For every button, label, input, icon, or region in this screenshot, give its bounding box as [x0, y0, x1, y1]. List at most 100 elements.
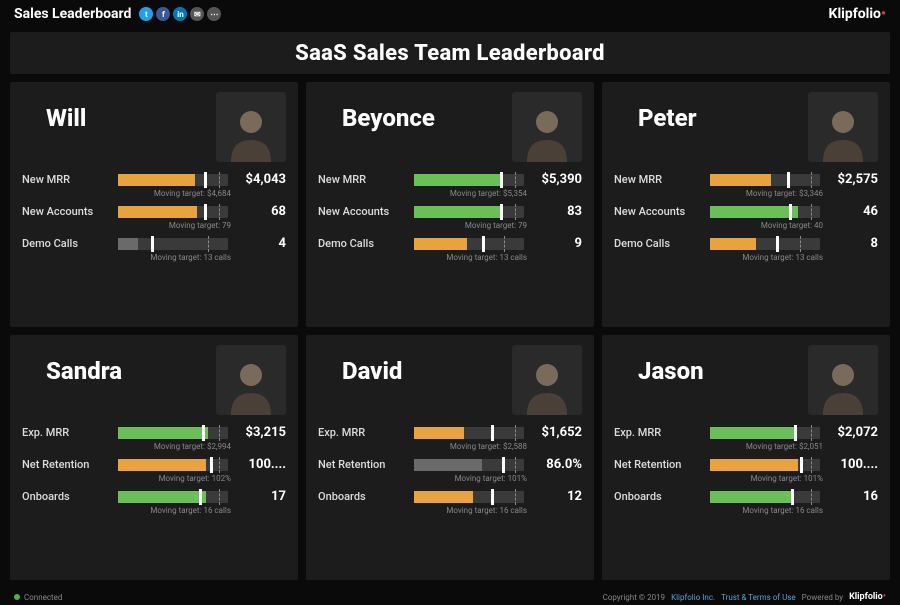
card-head: Beyonce [318, 92, 582, 166]
bar-fill [710, 427, 796, 439]
footer-brand[interactable]: Klipfolio• [849, 592, 886, 602]
bar-tick [199, 489, 202, 505]
social-icon-0[interactable]: t [139, 7, 153, 21]
bar-dash [800, 236, 801, 252]
metric-value: $5,390 [532, 172, 582, 187]
bar-fill [710, 238, 756, 250]
metric-target: Moving target: $4,684 [22, 189, 231, 198]
bar-tick [491, 425, 494, 441]
metric-row: Demo Calls8 [614, 236, 878, 251]
bar-track [710, 238, 820, 250]
leaderboard-grid: WillNew MRR$4,043Moving target: $4,684Ne… [0, 82, 900, 588]
bar-tick [204, 204, 207, 220]
metric-value: $3,215 [236, 425, 286, 440]
metric-label: Demo Calls [22, 237, 110, 250]
card-head: David [318, 345, 582, 419]
metric-target: Moving target: 79 [22, 221, 231, 230]
social-icon-4[interactable]: ⋯ [207, 7, 221, 21]
metric-label: New MRR [22, 173, 110, 186]
bar-tick [491, 489, 494, 505]
person-name: David [342, 357, 402, 385]
person-card: David Exp. MRR$1,652 Moving target: $2,588… [306, 335, 594, 580]
bar-tick [151, 236, 154, 252]
bar-tick [791, 489, 794, 505]
metric-row: New MRR$5,390 [318, 172, 582, 187]
brand-logo[interactable]: Klipfolio• [829, 6, 886, 22]
topbar: Sales Leaderboard tfin✉⋯ Klipfolio• [0, 0, 900, 28]
metric-target: Moving target: 13 calls [22, 253, 231, 262]
metric-row: Net Retention100.... [22, 457, 286, 472]
metric-row: Exp. MRR$2,072 [614, 425, 878, 440]
metric: Onboards12Moving target: 16 calls [318, 489, 582, 515]
metric-row: New Accounts46 [614, 204, 878, 219]
bar-dash [208, 236, 209, 252]
bar-dash [219, 204, 220, 220]
metric-value: 68 [236, 204, 286, 219]
metric-target: Moving target: $2,588 [318, 442, 527, 451]
metric-target: Moving target: 40 [614, 221, 823, 230]
metric-value: 9 [532, 236, 582, 251]
metric-label: Onboards [614, 490, 702, 503]
bar-tick [500, 204, 503, 220]
social-icon-2[interactable]: in [173, 7, 187, 21]
header-title: SaaS Sales Team Leaderboard [295, 41, 605, 66]
metric-target: Moving target: 16 calls [614, 506, 823, 515]
bar-tick [202, 425, 205, 441]
bar-dash [515, 489, 516, 505]
bar-fill [710, 459, 798, 471]
metric-label: Net Retention [318, 458, 406, 471]
metric-value: 100.... [828, 457, 878, 472]
metric-value: 17 [236, 489, 286, 504]
bar-dash [811, 204, 812, 220]
bar-track [710, 206, 820, 218]
metric-row: Demo Calls9 [318, 236, 582, 251]
terms-link[interactable]: Trust & Terms of Use [721, 593, 796, 602]
bar-dash [515, 204, 516, 220]
metric-label: New Accounts [22, 205, 110, 218]
bar-dash [811, 457, 812, 473]
person-name: Beyonce [342, 104, 435, 132]
metric: Demo Calls 4 Moving target: 13 calls [22, 236, 286, 262]
footer-left: Connected [14, 593, 62, 602]
metric: Demo Calls8Moving target: 13 calls [614, 236, 878, 262]
metric: New MRR$5,390Moving target: $5,354 [318, 172, 582, 198]
bar-fill [414, 427, 464, 439]
bar-tick [482, 236, 485, 252]
footer-right: Copyright © 2019 Klipfolio Inc. Trust & … [603, 592, 886, 602]
metric-target: Moving target: $2,994 [22, 442, 231, 451]
social-icon-1[interactable]: f [156, 7, 170, 21]
metric: Exp. MRR$1,652 Moving target: $2,588 [318, 425, 582, 451]
bar-track [710, 459, 820, 471]
bar-dash [515, 172, 516, 188]
bar-fill [118, 174, 195, 186]
bar-dash [219, 457, 220, 473]
avatar [216, 345, 286, 415]
metric-row: New Accounts 68 [22, 204, 286, 219]
bar-fill [118, 427, 208, 439]
connection-dot-icon [14, 594, 20, 600]
header-band: SaaS Sales Team Leaderboard [10, 32, 890, 74]
bar-track [710, 174, 820, 186]
metric-target: Moving target: $2,051 [614, 442, 823, 451]
company-link[interactable]: Klipfolio Inc. [671, 593, 715, 602]
metric-label: Onboards [22, 490, 110, 503]
metric-row: Net Retention100.... [614, 457, 878, 472]
metric-label: New Accounts [318, 205, 406, 218]
metric: Net Retention86.0%Moving target: 101% [318, 457, 582, 483]
card-head: Sandra [22, 345, 286, 419]
metric-row: Exp. MRR$1,652 [318, 425, 582, 440]
bar-track [118, 459, 228, 471]
social-icon-3[interactable]: ✉ [190, 7, 204, 21]
metric-value: 8 [828, 236, 878, 251]
metric-value: 46 [828, 204, 878, 219]
bar-fill [414, 238, 467, 250]
bar-dash [811, 489, 812, 505]
bar-track [118, 206, 228, 218]
metric-target: Moving target: 101% [614, 474, 823, 483]
metric-value: 4 [236, 236, 286, 251]
footer: Connected Copyright © 2019 Klipfolio Inc… [0, 589, 900, 605]
person-name: Will [46, 104, 86, 132]
bar-track [414, 491, 524, 503]
metric-value: 16 [828, 489, 878, 504]
brand-dot-icon: • [881, 6, 886, 22]
